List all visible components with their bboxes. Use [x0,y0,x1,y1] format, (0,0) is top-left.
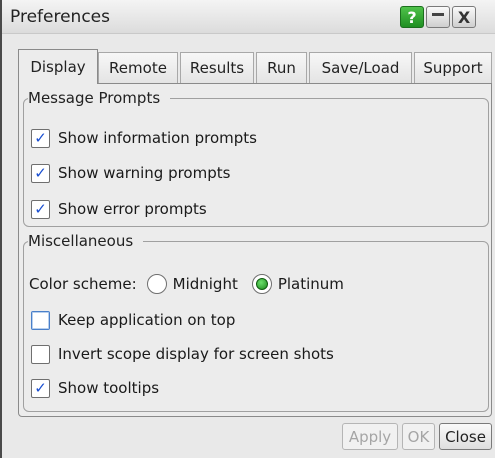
show-tooltips-label: Show tooltips [58,379,160,397]
show-information-prompts-checkbox[interactable]: ✓ [31,128,50,148]
tab-results[interactable]: Results [180,52,254,83]
show-tooltips-row[interactable]: ✓ Show tooltips [31,376,159,400]
ok-button[interactable]: OK [402,423,435,450]
tab-run[interactable]: Run [256,52,307,83]
tab-support[interactable]: Support [414,52,492,83]
preferences-window: Preferences ? X Display Remote Results R… [0,0,495,458]
help-icon: ? [407,7,417,27]
color-scheme-label: Color scheme: [29,275,137,293]
close-window-button[interactable]: X [452,6,476,28]
tab-remote[interactable]: Remote [98,52,178,83]
show-warning-prompts-label: Show warning prompts [58,164,231,182]
window-title: Preferences [10,7,110,27]
show-information-prompts-label: Show information prompts [58,129,257,147]
keep-on-top-checkbox[interactable] [31,310,50,330]
keep-on-top-label: Keep application on top [58,311,236,329]
invert-scope-label: Invert scope display for screen shots [58,345,334,363]
show-error-prompts-checkbox[interactable]: ✓ [31,199,50,219]
invert-scope-row[interactable]: Invert scope display for screen shots [31,342,334,366]
show-warning-prompts-row[interactable]: ✓ Show warning prompts [31,161,230,185]
show-tooltips-checkbox[interactable]: ✓ [31,378,50,398]
tab-save-load[interactable]: Save/Load [309,52,412,83]
keep-on-top-row[interactable]: Keep application on top [31,308,235,332]
miscellaneous-legend: Miscellaneous [28,232,134,250]
message-prompts-legend: Message Prompts [28,89,161,107]
color-scheme-row: Color scheme: Midnight Platinum [29,272,344,296]
close-icon: X [457,7,471,27]
minimize-icon [432,12,444,16]
midnight-radio[interactable] [146,274,167,294]
title-bar[interactable]: Preferences ? X [2,0,495,34]
close-button[interactable]: Close [439,423,492,450]
show-information-prompts-row[interactable]: ✓ Show information prompts [31,126,257,150]
show-warning-prompts-checkbox[interactable]: ✓ [31,163,50,183]
help-button[interactable]: ? [400,6,424,28]
minimize-button[interactable] [426,6,450,28]
platinum-radio[interactable] [251,274,272,294]
invert-scope-checkbox[interactable] [31,344,50,364]
platinum-label[interactable]: Platinum [278,275,344,293]
display-tab-panel: Message Prompts ✓ Show information promp… [18,83,492,417]
radio-selected-dot [255,278,268,290]
tab-display[interactable]: Display [18,49,98,84]
show-error-prompts-row[interactable]: ✓ Show error prompts [31,197,207,221]
show-error-prompts-label: Show error prompts [58,200,207,218]
apply-button[interactable]: Apply [342,423,398,450]
midnight-label[interactable]: Midnight [173,275,238,293]
